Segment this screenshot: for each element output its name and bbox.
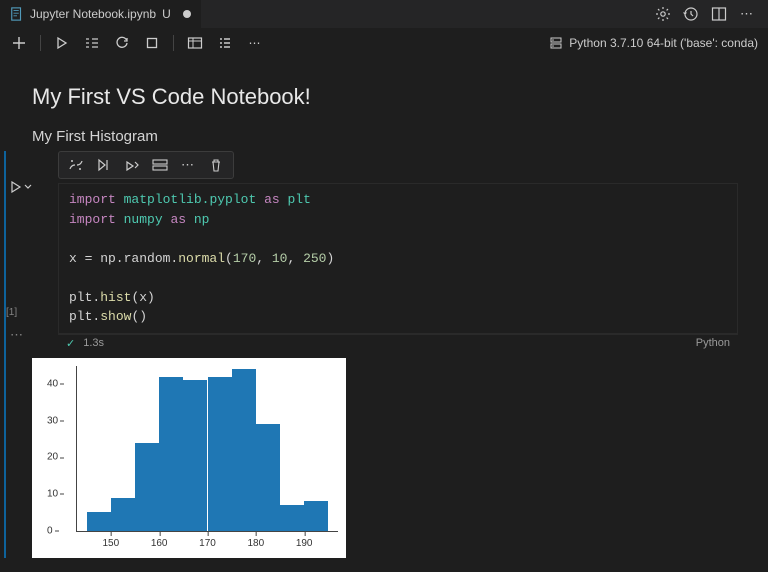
histogram-bar — [304, 501, 328, 530]
divider — [40, 35, 41, 51]
cell-more-icon[interactable]: ⋯ — [179, 156, 197, 174]
code-editor[interactable]: import matplotlib.pyplot as plt import n… — [58, 183, 738, 334]
history-icon[interactable] — [682, 5, 700, 23]
histogram-bar — [111, 498, 135, 531]
histogram-bar — [208, 377, 232, 531]
kernel-label: Python 3.7.10 64-bit ('base': conda) — [569, 36, 758, 50]
split-cell-button[interactable] — [151, 156, 169, 174]
markdown-heading-2: My First Histogram — [32, 128, 738, 145]
run-by-line-button[interactable] — [95, 156, 113, 174]
variables-button[interactable] — [186, 34, 204, 52]
server-icon — [549, 36, 563, 50]
tab-filename: Jupyter Notebook.ipynb — [30, 7, 156, 21]
histogram-bar — [256, 424, 280, 530]
y-tick-label: 10 — [47, 488, 58, 499]
code-cell-container: ⋯ [1] ⋯ import matplotlib.pyplot as plt … — [4, 151, 738, 558]
cell-toolbar: ⋯ — [58, 151, 234, 179]
x-tick-label: 150 — [102, 538, 119, 549]
chevron-down-icon[interactable] — [24, 183, 32, 191]
clear-outputs-button[interactable] — [83, 34, 101, 52]
kernel-selector[interactable]: Python 3.7.10 64-bit ('base': conda) — [549, 36, 758, 50]
run-cell-button[interactable] — [10, 181, 32, 193]
execute-above-button[interactable] — [123, 156, 141, 174]
outline-button[interactable] — [216, 34, 234, 52]
y-tick-label: 0 — [47, 525, 53, 536]
plot-output: 0 10 20 30 40 150 160 170 180 190 — [32, 358, 346, 558]
cell-language-label[interactable]: Python — [696, 337, 730, 349]
notebook-toolbar: ⋯ Python 3.7.10 64-bit ('base': conda) — [0, 28, 768, 58]
histogram-chart: 010203040150160170180190 — [76, 366, 338, 532]
interrupt-button[interactable] — [143, 34, 161, 52]
histogram-bar — [232, 369, 256, 530]
histogram-bar — [159, 377, 183, 531]
more-icon[interactable]: ⋯ — [738, 5, 756, 23]
settings-gear-icon[interactable] — [654, 5, 672, 23]
run-all-button[interactable] — [53, 34, 71, 52]
histogram-bar — [280, 505, 304, 531]
execution-count: [1] — [6, 307, 17, 318]
tab-actions: ⋯ — [654, 5, 768, 23]
y-tick-label: 40 — [47, 378, 58, 389]
add-cell-button[interactable] — [10, 34, 28, 52]
python-icon[interactable] — [67, 156, 85, 174]
x-tick-label: 190 — [296, 538, 313, 549]
notebook-content: My First VS Code Notebook! My First Hist… — [0, 58, 768, 558]
restart-button[interactable] — [113, 34, 131, 52]
editor-tab[interactable]: Jupyter Notebook.ipynb U — [0, 0, 201, 28]
x-tick-label: 180 — [247, 538, 264, 549]
execution-time: 1.3s — [83, 337, 104, 349]
cell-status-bar: ✓ 1.3s Python — [58, 334, 738, 352]
jupyter-file-icon — [10, 7, 24, 21]
vcs-status-badge: U — [162, 7, 171, 21]
editor-layout-icon[interactable] — [710, 5, 728, 23]
divider — [173, 35, 174, 51]
output-more-icon[interactable]: ⋯ — [10, 327, 23, 343]
tab-bar: Jupyter Notebook.ipynb U ⋯ — [0, 0, 768, 28]
unsaved-indicator — [183, 10, 191, 18]
histogram-bar — [135, 443, 159, 531]
success-check-icon: ✓ — [66, 337, 75, 350]
y-tick-label: 20 — [47, 452, 58, 463]
histogram-bar — [183, 380, 207, 530]
histogram-bar — [87, 512, 111, 530]
x-tick-label: 170 — [199, 538, 216, 549]
y-tick-label: 30 — [47, 415, 58, 426]
delete-cell-button[interactable] — [207, 156, 225, 174]
toolbar-more-icon[interactable]: ⋯ — [246, 34, 264, 52]
markdown-heading-1: My First VS Code Notebook! — [32, 84, 738, 110]
x-tick-label: 160 — [151, 538, 168, 549]
